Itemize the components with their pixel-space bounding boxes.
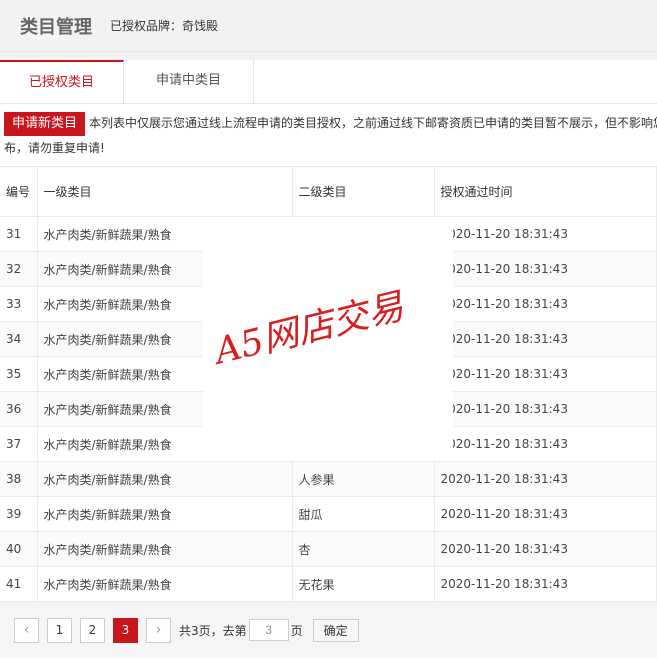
header-level2: 二级类目 [292,166,435,217]
tab-pending[interactable]: 申请中类目 [124,60,254,103]
table-row: 38 水产肉类/新鲜蔬果/熟食 人参果 2020-11-20 18:31:43 [0,461,657,497]
page-button-1[interactable]: 1 [47,617,72,643]
cell-time: 2020-11-20 18:31:43 [434,286,657,322]
cell-time: 2020-11-20 18:31:43 [434,391,657,427]
cell-level1: 水产肉类/新鲜蔬果/熟食 [37,461,293,497]
cell-time: 2020-11-20 18:31:43 [434,566,657,602]
page-header: 类目管理 已授权品牌： 奇饯殿 [0,0,657,52]
cell-level1: 水产肉类/新鲜蔬果/熟食 [37,531,293,567]
cell-num: 35 [0,356,38,392]
cell-level1: 水产肉类/新鲜蔬果/熟食 [37,496,293,532]
cell-level1: 水产肉类/新鲜蔬果/熟食 [37,566,293,602]
cell-time: 2020-11-20 18:31:43 [434,356,657,392]
cell-num: 33 [0,286,38,322]
cell-num: 36 [0,391,38,427]
cell-time: 2020-11-20 18:31:43 [434,216,657,252]
header-time: 授权通过时间 [434,166,657,217]
table-row: 39 水产肉类/新鲜蔬果/熟食 甜瓜 2020-11-20 18:31:43 [0,496,657,532]
brand-name: 奇饯殿 [182,19,219,33]
table-header-row: 编号 一级类目 二级类目 授权通过时间 [0,166,657,217]
cell-time: 2020-11-20 18:31:43 [434,251,657,287]
chevron-left-icon[interactable]: ‹ [14,617,39,643]
notice-text-line2: 布，请勿重复申请! [4,141,105,155]
cell-time: 2020-11-20 18:31:43 [434,531,657,567]
cell-level2: 无花果 [292,566,435,602]
notice: 申请新类目 本列表中仅展示您通过线上流程申请的类目授权，之前通过线下邮寄资质已申请… [0,104,657,166]
cell-time: 2020-11-20 18:31:43 [434,426,657,462]
cell-num: 41 [0,566,38,602]
tab-bar: 已授权类目 申请中类目 [0,60,657,104]
total-pages-text: 共3页，去第 [179,623,247,638]
cell-num: 40 [0,531,38,567]
chevron-right-icon[interactable]: › [146,617,171,643]
goto-page-input[interactable] [248,619,289,641]
cell-level2: 人参果 [292,461,435,497]
cell-num: 39 [0,496,38,532]
cell-level2: 杏 [292,531,435,567]
page-button-2[interactable]: 2 [80,617,105,643]
table-row: 40 水产肉类/新鲜蔬果/熟食杏 2020-11-20 18:31:43 [0,531,657,567]
cell-num: 34 [0,321,38,357]
cell-num: 31 [0,216,38,252]
apply-new-category-button[interactable]: 申请新类目 [4,112,86,136]
page-title: 类目管理 [20,16,92,38]
cell-level2: 甜瓜 [292,496,435,532]
cell-num: 32 [0,251,38,287]
page-unit-text: 页 [290,623,303,638]
header-level1: 一级类目 [37,166,293,217]
cell-time: 2020-11-20 18:31:43 [434,321,657,357]
table-row: 41 水产肉类/新鲜蔬果/熟食 无花果 2020-11-20 18:31:43 [0,566,657,602]
pagination: ‹ 1 2 3 › 共3页，去第 页 确定 [0,602,657,658]
cell-time: 2020-11-20 18:31:43 [434,461,657,497]
page-button-3[interactable]: 3 [113,617,138,643]
header-gap [0,52,657,60]
cell-num: 37 [0,426,38,462]
cell-time: 2020-11-20 18:31:43 [434,496,657,532]
cell-num: 38 [0,461,38,497]
header-num: 编号 [0,166,38,217]
tab-authorized[interactable]: 已授权类目 [0,60,124,103]
brand-label: 已授权品牌： [110,19,183,33]
confirm-button[interactable]: 确定 [312,618,359,642]
notice-text-line1: 本列表中仅展示您通过线上流程申请的类目授权，之前通过线下邮寄资质已申请的类目暂不… [89,116,657,130]
